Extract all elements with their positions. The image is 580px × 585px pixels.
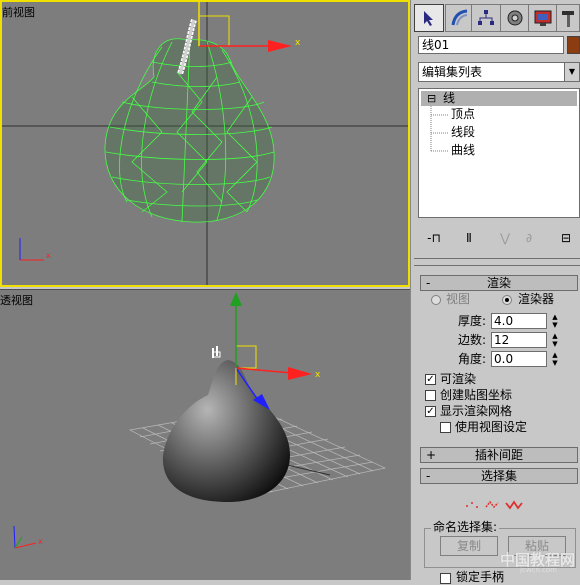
front-tripod-x-label: x bbox=[46, 251, 51, 260]
pear-wireframe bbox=[104, 38, 275, 223]
display-mesh-label: 显示渲染网格 bbox=[440, 404, 513, 418]
collapse-toggle-icon[interactable]: ⊟ bbox=[427, 91, 436, 106]
show-end-result-icon[interactable]: Ⅱ bbox=[458, 228, 480, 248]
motion-tab[interactable] bbox=[500, 4, 530, 32]
hierarchy-icon bbox=[478, 10, 494, 25]
panel-divider bbox=[414, 265, 580, 266]
interpolation-rollout-title: 插补间距 bbox=[474, 448, 523, 462]
display-mesh-checkbox[interactable]: ✓ bbox=[425, 406, 436, 417]
angle-spinner[interactable]: ▲ ▼ bbox=[549, 351, 561, 367]
pin-stack-icon[interactable]: -⊓ bbox=[423, 228, 445, 248]
front-axis-tripod-icon bbox=[19, 238, 44, 261]
configure-sets-icon[interactable]: ⊟ bbox=[555, 228, 577, 248]
stack-item-vertex[interactable]: 顶点 bbox=[451, 107, 475, 122]
viewport-radio-label: 视图 bbox=[446, 292, 471, 306]
hierarchy-tab[interactable] bbox=[471, 4, 501, 32]
lock-handles-checkbox[interactable] bbox=[440, 573, 451, 584]
renderable-label: 可渲染 bbox=[440, 372, 477, 386]
viewport-radio[interactable] bbox=[431, 295, 441, 305]
gen-mapping-label: 创建贴图坐标 bbox=[440, 388, 513, 402]
panel-divider bbox=[414, 258, 580, 259]
stack-item-line[interactable]: ⊟ 线 bbox=[421, 91, 577, 106]
renderer-radio[interactable] bbox=[502, 295, 512, 305]
perspective-gizmo-x-label: x bbox=[315, 370, 321, 380]
chevron-down-icon[interactable]: ▼ bbox=[564, 63, 579, 81]
angle-label: 角度: bbox=[458, 352, 487, 366]
perspective-viewport-canvas: x x bbox=[13, 292, 387, 549]
modifier-stack[interactable]: ⊟ 线 顶点 线段 曲线 bbox=[418, 88, 580, 218]
make-unique-icon[interactable]: ⋁ bbox=[494, 228, 516, 248]
modifier-list-label: 编辑集列表 bbox=[422, 65, 483, 79]
modify-arc-icon bbox=[451, 9, 468, 26]
stack-item-spline[interactable]: 曲线 bbox=[451, 143, 475, 158]
thickness-input[interactable]: 4.0 bbox=[491, 313, 547, 329]
stack-item-segment[interactable]: 线段 bbox=[451, 125, 475, 140]
motion-wheel-icon bbox=[507, 10, 523, 26]
object-name-field[interactable]: 线01 bbox=[418, 36, 564, 54]
thickness-spinner[interactable]: ▲ ▼ bbox=[549, 313, 561, 329]
front-viewport-canvas: x x bbox=[2, 2, 408, 285]
cursor-arrow-icon bbox=[424, 11, 433, 26]
hammer-icon bbox=[562, 11, 574, 27]
renderable-checkbox[interactable]: ✓ bbox=[425, 374, 436, 385]
create-tab[interactable] bbox=[414, 4, 444, 32]
gen-mapping-checkbox[interactable] bbox=[425, 390, 436, 401]
display-monitor-icon bbox=[534, 10, 552, 26]
perspective-viewport-label[interactable]: 透视图 bbox=[0, 292, 33, 308]
interpolation-rollout-header[interactable]: + 插补间距 bbox=[420, 447, 578, 463]
perspective-tripod-x-label: x bbox=[38, 537, 43, 546]
front-viewport-label[interactable]: 前视图 bbox=[2, 4, 35, 20]
renderer-radio-label: 渲染器 bbox=[518, 292, 555, 306]
rendering-rollout-header[interactable]: - 渲染 bbox=[420, 275, 578, 291]
stack-root-label: 线 bbox=[443, 91, 456, 105]
remove-modifier-icon[interactable]: ∂ bbox=[518, 228, 540, 248]
lock-handles-label: 锁定手柄 bbox=[456, 570, 505, 584]
use-viewport-checkbox[interactable] bbox=[440, 422, 451, 433]
front-viewport[interactable]: x x 前视图 bbox=[0, 0, 410, 287]
sides-label: 边数: bbox=[458, 333, 487, 347]
display-tab[interactable] bbox=[528, 4, 558, 32]
utilities-tab[interactable] bbox=[556, 4, 580, 32]
selection-level-icons[interactable] bbox=[464, 497, 524, 511]
selection-rollout-header[interactable]: - 选择集 bbox=[420, 468, 578, 484]
perspective-viewport[interactable]: x x 透视图 bbox=[0, 289, 410, 580]
modifier-list-dropdown[interactable]: 编辑集列表 ▼ bbox=[418, 62, 580, 82]
watermark-url: jcwcn.com bbox=[520, 566, 557, 574]
rendering-rollout-title: 渲染 bbox=[486, 276, 511, 290]
copy-button[interactable]: 复制 bbox=[440, 536, 498, 556]
selection-rollout-title: 选择集 bbox=[480, 469, 517, 483]
sides-input[interactable]: 12 bbox=[491, 332, 547, 348]
object-color-swatch[interactable] bbox=[567, 36, 580, 54]
gizmo-x-label: x bbox=[295, 38, 301, 48]
thickness-label: 厚度: bbox=[458, 314, 487, 328]
perspective-axis-tripod-icon bbox=[13, 525, 37, 549]
pear-mesh bbox=[162, 360, 290, 502]
use-viewport-label: 使用视图设定 bbox=[455, 420, 528, 434]
sides-spinner[interactable]: ▲ ▼ bbox=[549, 332, 561, 348]
named-selection-label: 命名选择集: bbox=[431, 520, 500, 535]
angle-input[interactable]: 0.0 bbox=[491, 351, 547, 367]
